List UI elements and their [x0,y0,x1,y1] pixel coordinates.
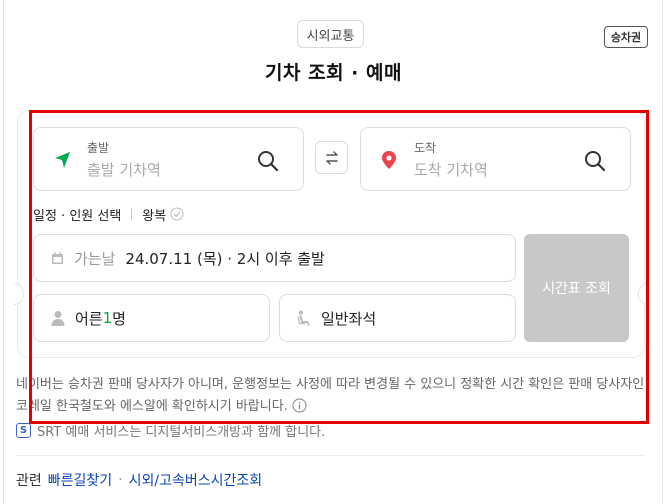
arrival-search-icon[interactable] [584,150,606,172]
separator-dot: · [118,472,123,488]
related-prefix: 관련 [16,473,42,489]
category-tag[interactable]: 시외교통 [297,20,364,48]
round-trip-toggle[interactable]: 왕복 [142,205,166,224]
passenger-count-field[interactable]: 어른 1 명 [33,294,270,342]
divider-line [16,455,646,456]
seat-icon [297,310,310,326]
divider [131,208,133,220]
quick-directions-link[interactable]: 빠른길찾기 [48,470,112,490]
arrival-placeholder: 도착 기차역 [414,161,488,179]
passenger-count: 1 [102,309,113,327]
departure-search-icon[interactable] [257,150,279,172]
bus-timetable-link[interactable]: 시외/고속버스시간조회 [129,470,263,490]
person-icon [51,311,65,326]
departure-station-field[interactable]: 출발 출발 기차역 [33,127,304,191]
seat-class-value: 일반좌석 [321,309,377,328]
srt-service-note: S SRT 예매 서비스는 디지털서비스개방과 함께 합니다. [16,421,325,439]
swap-icon [325,150,338,165]
page-title: 기차 조회 · 예매 [265,62,402,84]
location-pin-icon [382,151,396,169]
check-circle-icon[interactable] [170,207,184,221]
departure-label: 출발 [87,141,110,155]
srt-note-text: SRT 예매 서비스는 디지털서비스개방과 함께 합니다. [37,424,326,440]
disclaimer-notice: 네이버는 승차권 판매 당사자가 아니며, 운행정보는 사정에 따라 변경될 수… [16,374,652,418]
arrival-station-field[interactable]: 도착 도착 기차역 [360,127,631,191]
passenger-suffix: 명 [112,309,126,328]
departure-placeholder: 출발 기차역 [87,161,161,179]
date-label: 가는날 [74,249,116,268]
swap-stations-button[interactable] [315,141,348,174]
info-icon[interactable] [292,398,307,413]
schedule-selection-tab[interactable]: 일정 · 인원 선택 [33,205,121,224]
disclaimer-text: 네이버는 승차권 판매 당사자가 아니며, 운행정보는 사정에 따라 변경될 수… [16,377,645,414]
schedule-search-button[interactable]: 시간표 조회 [524,234,629,342]
trip-options-row: 일정 · 인원 선택 왕복 [33,205,184,224]
arrival-label: 도착 [414,141,437,155]
seat-class-field[interactable]: 일반좌석 [279,294,516,342]
departure-arrow-icon [55,152,70,168]
calendar-icon [52,252,63,264]
srt-logo-icon: S [16,422,31,438]
ticket-badge: 승차권 [604,26,648,48]
related-links: 관련 빠른길찾기 · 시외/고속버스시간조회 [16,470,262,490]
departure-date-field[interactable]: 가는날 24.07.11 (목) · 2시 이후 출발 [33,234,516,282]
date-value: 24.07.11 (목) · 2시 이후 출발 [125,249,325,268]
passenger-prefix: 어른 [75,309,103,328]
